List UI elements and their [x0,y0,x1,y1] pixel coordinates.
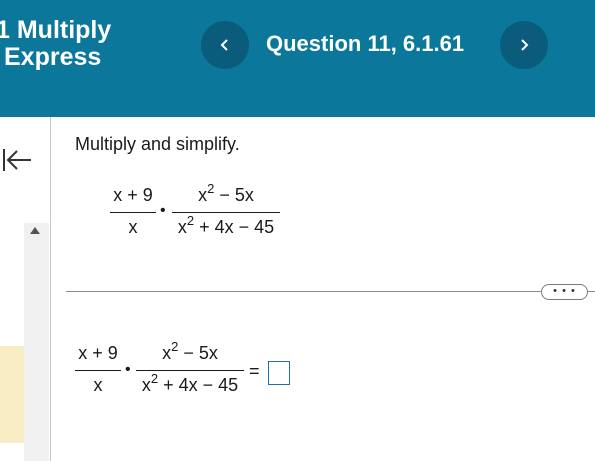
equals-sign: = [249,361,260,381]
assignment-title-line2: Express [4,43,102,71]
scroll-up-arrow-icon[interactable] [30,227,40,234]
more-options-button[interactable]: • • • [541,284,588,300]
fraction-bar [110,212,156,213]
previous-question-button[interactable] [201,21,249,69]
fraction-2: x2 − 5x x2 + 4x − 45 [172,181,280,238]
assignment-title: 1 Multiply Express [0,17,111,71]
side-highlight [0,346,24,443]
fraction-2: x2 − 5x x2 + 4x − 45 [136,339,244,396]
num-exponent: 2 [171,339,179,354]
num-base: x [198,185,208,205]
num-base: x [162,343,172,363]
instruction-text: Multiply and simplify. [75,134,240,154]
num-rest: − 5x [178,343,218,363]
left-panel [0,117,51,461]
fraction-1: x + 9 x [110,185,156,238]
header-bar: 1 Multiply Express Question 11, 6.1.61 [0,0,595,117]
question-label: Question 11, 6.1.61 [266,31,465,56]
fraction-1: x + 9 x [75,343,121,396]
fraction-1-numerator: x + 9 [78,343,118,363]
multiply-dot: • [160,202,166,219]
scrollbar[interactable] [24,223,49,461]
den-exponent: 2 [186,213,195,228]
answer-input[interactable] [268,361,290,385]
section-divider-end [587,291,595,292]
multiply-dot: • [125,361,131,378]
den-base: x [141,375,151,395]
chevron-right-icon [521,39,529,51]
den-base: x [177,217,187,237]
den-rest: + 4x − 45 [194,217,275,237]
fraction-1-denominator: x [128,217,138,237]
fraction-1-numerator: x + 9 [113,185,153,205]
collapse-left-icon[interactable] [2,147,32,173]
fraction-1-denominator: x [93,375,103,395]
den-exponent: 2 [150,371,159,386]
assignment-title-line1: 1 Multiply [0,16,112,44]
fraction-bar [75,370,121,371]
fraction-2-denominator: x2 + 4x − 45 [136,371,244,396]
chevron-left-icon [220,39,228,51]
num-rest: − 5x [214,185,254,205]
fraction-2-denominator: x2 + 4x − 45 [172,213,280,238]
fraction-2-numerator: x2 − 5x [172,181,280,209]
section-divider [66,291,541,292]
num-exponent: 2 [207,181,215,196]
fraction-2-numerator: x2 − 5x [136,339,244,367]
den-rest: + 4x − 45 [158,375,239,395]
next-question-button[interactable] [500,21,548,69]
